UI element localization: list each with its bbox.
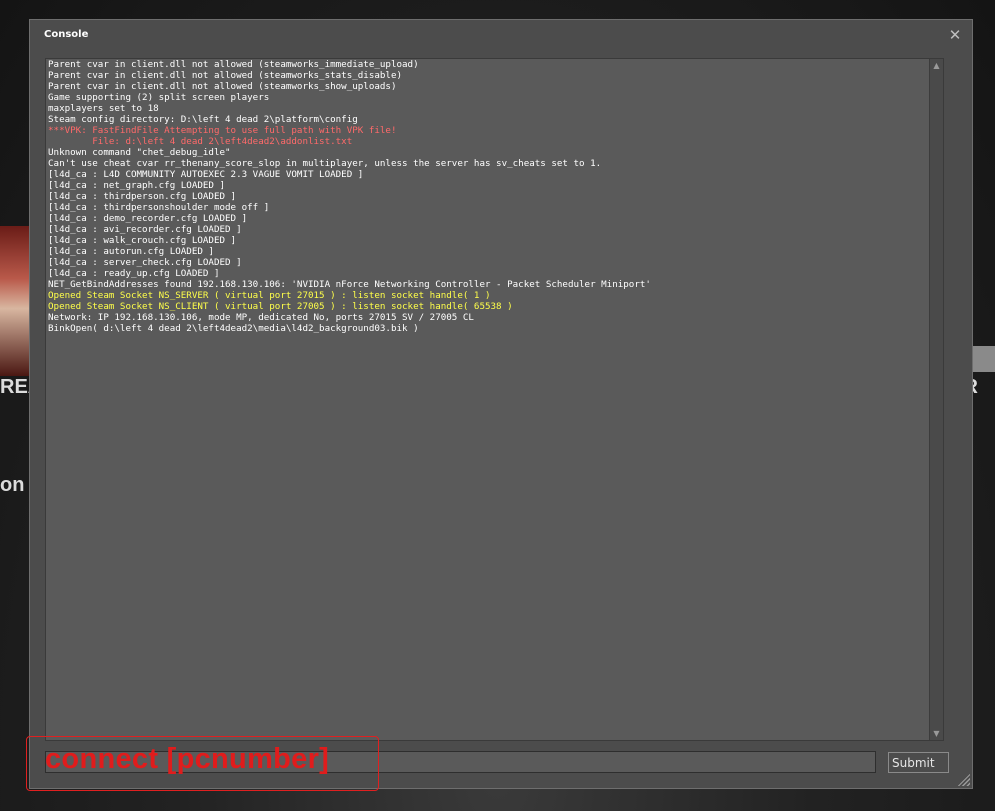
log-line: Parent cvar in client.dll not allowed (s… (48, 70, 403, 81)
log-line: Parent cvar in client.dll not allowed (s… (48, 59, 419, 70)
log-line: Game supporting (2) split screen players (48, 92, 270, 103)
log-line: Steam config directory: D:\left 4 dead 2… (48, 114, 358, 125)
console-title: Console (44, 29, 89, 40)
console-output: Parent cvar in client.dll not allowed (s… (45, 58, 944, 741)
console-window: Console ✕ Parent cvar in client.dll not … (29, 19, 973, 789)
scroll-down-icon[interactable]: ▼ (930, 727, 943, 740)
background-poster (0, 226, 30, 376)
log-line: [l4d_ca : server_check.cfg LOADED ] (48, 257, 242, 268)
log-line: BinkOpen( d:\left 4 dead 2\left4dead2\me… (48, 323, 419, 334)
close-icon[interactable]: ✕ (947, 27, 963, 43)
resize-grip-icon[interactable] (958, 774, 970, 786)
log-line: [l4d_ca : net_graph.cfg LOADED ] (48, 180, 226, 191)
log-line: NET_GetBindAddresses found 192.168.130.1… (48, 279, 651, 290)
log-line: File: d:\left 4 dead 2\left4dead2\addonl… (48, 136, 353, 147)
log-line: Opened Steam Socket NS_SERVER ( virtual … (48, 290, 491, 301)
log-line: [l4d_ca : thirdperson.cfg LOADED ] (48, 191, 237, 202)
scrollbar[interactable]: ▲ ▼ (929, 59, 943, 740)
log-line: [l4d_ca : ready_up.cfg LOADED ] (48, 268, 220, 279)
log-line: [l4d_ca : L4D COMMUNITY AUTOEXEC 2.3 VAG… (48, 169, 364, 180)
log-line: [l4d_ca : thirdpersonshoulder mode off ] (48, 202, 270, 213)
log-line: maxplayers set to 18 (48, 103, 159, 114)
log-line: Parent cvar in client.dll not allowed (s… (48, 81, 397, 92)
log-line: [l4d_ca : demo_recorder.cfg LOADED ] (48, 213, 248, 224)
log-line: Opened Steam Socket NS_CLIENT ( virtual … (48, 301, 513, 312)
background-element-right (973, 346, 995, 372)
console-log: Parent cvar in client.dll not allowed (s… (48, 59, 927, 334)
log-line: Unknown command "chet_debug_idle" (48, 147, 231, 158)
submit-button[interactable]: Submit (888, 752, 949, 773)
log-line: [l4d_ca : walk_crouch.cfg LOADED ] (48, 235, 237, 246)
background-text-left-lower: on (0, 474, 25, 496)
annotation-box: connect [pcnumber] (26, 736, 379, 791)
log-line: ***VPK: FastFindFile Attempting to use f… (48, 125, 397, 136)
log-line: [l4d_ca : avi_recorder.cfg LOADED ] (48, 224, 242, 235)
annotation-text: connect [pcnumber] (45, 743, 330, 775)
log-line: Can't use cheat cvar rr_thenany_score_sl… (48, 158, 602, 169)
log-line: Network: IP 192.168.130.106, mode MP, de… (48, 312, 474, 323)
log-line: [l4d_ca : autorun.cfg LOADED ] (48, 246, 214, 257)
scroll-up-icon[interactable]: ▲ (930, 59, 943, 72)
